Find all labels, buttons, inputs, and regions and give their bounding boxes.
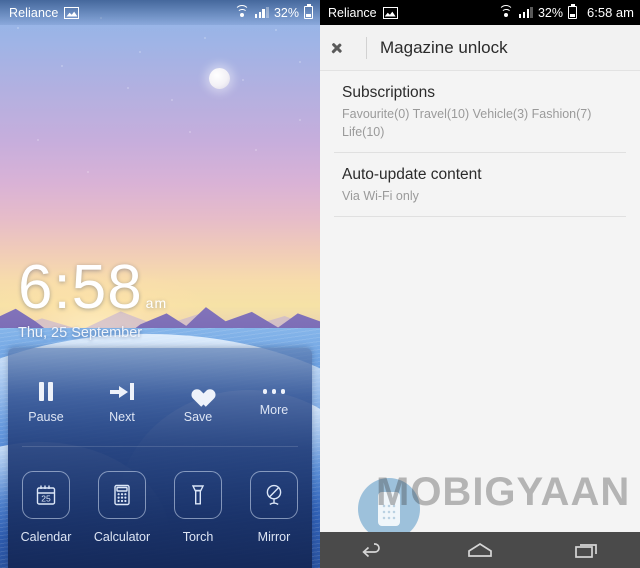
picture-icon [64, 6, 80, 19]
clock-meridiem: am [145, 295, 168, 311]
more-label: More [259, 402, 289, 417]
calendar-day-number: 25 [41, 494, 51, 504]
lockscreen-status-bar: Reliance 32% [0, 0, 320, 25]
torch-label: Torch [182, 530, 214, 544]
torch-shortcut[interactable]: Torch [160, 447, 236, 568]
flashlight-icon [174, 471, 222, 519]
mirror-icon [250, 471, 298, 519]
watermark-phone-shape [378, 492, 400, 526]
calendar-label: Calendar [20, 530, 72, 544]
row-subtitle: Via Wi-Fi only [342, 189, 419, 204]
calculator-icon [98, 471, 146, 519]
moon-icon [209, 68, 230, 89]
clock-time-row: 6:58 am [18, 257, 168, 319]
battery-percent-label: 32% [273, 5, 299, 20]
calendar-icon: 25 [22, 471, 70, 519]
clock-time: 6:58 [18, 253, 143, 322]
mobigyaan-phone-logo [358, 478, 420, 540]
more-button[interactable]: More [236, 360, 312, 446]
status-clock: 6:58 am [587, 5, 634, 20]
header-divider [366, 36, 367, 59]
settings-header: Magazine unlock [320, 25, 640, 71]
wallpaper-stars [0, 0, 320, 250]
save-label: Save [183, 410, 213, 424]
dual-screenshot-stage: Reliance 32% 6:58 am Thu, 25 September P… [0, 0, 640, 568]
status-icon-group: 32% 6:58 am [498, 4, 634, 20]
calendar-shortcut[interactable]: 25 Calendar [8, 447, 84, 568]
pause-icon [39, 382, 53, 401]
page-title: Magazine unlock [380, 37, 508, 57]
settings-status-bar: Reliance 32% 6:58 am [320, 0, 640, 25]
settings-list: Subscriptions Favourite(0) Travel(10) Ve… [320, 71, 640, 218]
lockscreen-clock: 6:58 am Thu, 25 September [18, 257, 168, 341]
next-button[interactable]: Next [84, 360, 160, 446]
battery-icon [568, 4, 578, 19]
status-icon-group: 32% [234, 4, 313, 20]
battery-percent-label: 32% [537, 5, 564, 20]
wifi-icon [498, 5, 514, 18]
picture-icon [382, 6, 398, 19]
magazine-unlock-settings-screen: Reliance 32% 6:58 am Magazine unlock Sub… [320, 0, 640, 568]
next-track-icon [110, 382, 134, 401]
back-chevron-icon[interactable] [332, 36, 356, 60]
quick-panel-media-row: Pause Next Save More [8, 360, 312, 446]
android-navigation-bar [320, 532, 640, 568]
battery-icon [304, 4, 313, 19]
settings-row-auto-update[interactable]: Auto-update content Via Wi-Fi only [320, 153, 640, 216]
signal-bars-icon [254, 7, 269, 18]
settings-row-subscriptions[interactable]: Subscriptions Favourite(0) Travel(10) Ve… [320, 71, 640, 152]
save-button[interactable]: Save [160, 360, 236, 446]
nav-back-icon[interactable] [345, 535, 401, 565]
more-dots-icon [262, 389, 286, 394]
nav-recents-icon[interactable] [559, 535, 615, 565]
carrier-label: Reliance [9, 5, 59, 20]
lockscreen-screen: Reliance 32% 6:58 am Thu, 25 September P… [0, 0, 320, 568]
mirror-shortcut[interactable]: Mirror [236, 447, 312, 568]
calculator-label: Calculator [93, 530, 151, 544]
carrier-label: Reliance [328, 5, 377, 20]
lockscreen-date: Thu, 25 September [18, 324, 143, 341]
heart-icon [187, 382, 209, 401]
calculator-shortcut[interactable]: Calculator [84, 447, 160, 568]
row-title: Auto-update content [342, 166, 482, 184]
pause-label: Pause [28, 410, 64, 424]
next-label: Next [109, 410, 135, 424]
lockscreen-quick-panel: Pause Next Save More 25 Calendar Calcula… [8, 348, 312, 568]
pause-button[interactable]: Pause [8, 360, 84, 446]
mirror-label: Mirror [257, 530, 291, 544]
wifi-icon [234, 5, 250, 18]
row-subtitle: Favourite(0) Travel(10) Vehicle(3) Fashi… [342, 107, 592, 140]
row-title: Subscriptions [342, 84, 436, 101]
nav-home-icon[interactable] [452, 535, 508, 565]
quick-panel-shortcut-row: 25 Calendar Calculator Torch Mirror [8, 447, 312, 568]
signal-bars-icon [518, 7, 533, 18]
list-divider [334, 216, 626, 218]
